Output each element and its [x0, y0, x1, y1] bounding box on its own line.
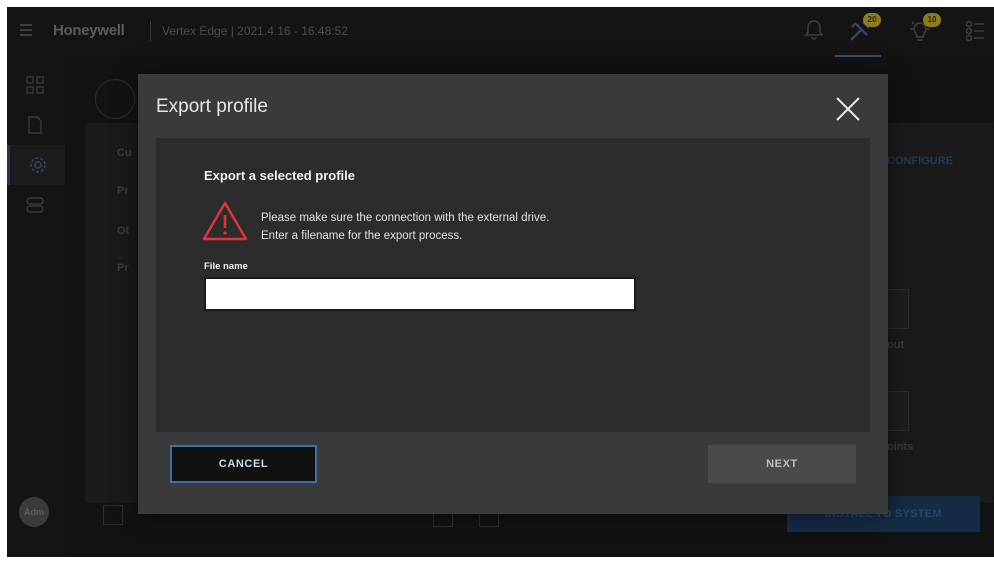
header-title: Vertex Edge | 2021.4.16 - 16:48:52: [162, 24, 348, 38]
gear-icon: [30, 157, 46, 173]
tools-icon[interactable]: 20: [847, 13, 881, 44]
sidebar-item-documents[interactable]: [7, 105, 65, 145]
settings-list-icon[interactable]: [963, 18, 989, 44]
bg-row-label: Ot: [117, 225, 130, 237]
top-bar: Honeywell Vertex Edge | 2021.4.16 - 16:4…: [7, 7, 994, 57]
next-button[interactable]: NEXT: [708, 445, 856, 483]
warning-message-line1: Please make sure the connection with the…: [261, 212, 550, 224]
section-title: Export a selected profile: [204, 168, 355, 183]
brand-logo: Honeywell: [53, 22, 125, 39]
alerts-badge: 10: [923, 13, 941, 27]
file-name-label: File name: [204, 261, 248, 272]
toggle-icon: [26, 197, 44, 213]
avatar[interactable]: Adm: [19, 497, 49, 527]
tools-badge: 20: [863, 13, 881, 27]
app-window: Honeywell Vertex Edge | 2021.4.16 - 16:4…: [7, 7, 994, 557]
dialog-body: Export a selected profile Please make su…: [156, 138, 870, 432]
left-sidebar: Adm: [7, 57, 65, 557]
document-icon: [28, 116, 42, 134]
close-icon[interactable]: [833, 94, 863, 124]
bg-row-label: Pr: [117, 185, 129, 197]
grid-icon: [26, 76, 44, 94]
cancel-button[interactable]: CANCEL: [170, 445, 317, 483]
bell-icon[interactable]: [802, 18, 828, 44]
configure-link[interactable]: CONFIGURE: [887, 155, 953, 167]
sidebar-item-dashboard[interactable]: [7, 65, 65, 105]
bg-row-label: Pr: [117, 262, 129, 274]
warning-message-line2: Enter a filename for the export process.: [261, 230, 463, 242]
dialog-title: Export profile: [156, 96, 268, 117]
bg-col-header: Cu: [117, 147, 132, 159]
bg-tile-label: oints: [887, 441, 914, 453]
file-name-input[interactable]: [204, 277, 636, 311]
bg-tile-label: out: [887, 339, 905, 351]
lightbulb-alert-icon[interactable]: 10: [907, 13, 941, 44]
warning-icon: [201, 200, 249, 242]
menu-icon[interactable]: [20, 24, 32, 36]
back-arrow-icon[interactable]: [95, 79, 135, 119]
add-icon[interactable]: [103, 505, 123, 525]
divider: [150, 21, 151, 41]
sidebar-item-settings[interactable]: [7, 145, 65, 185]
export-profile-dialog: Export profile Export a selected profile…: [138, 74, 888, 514]
sidebar-item-controls[interactable]: [7, 185, 65, 225]
